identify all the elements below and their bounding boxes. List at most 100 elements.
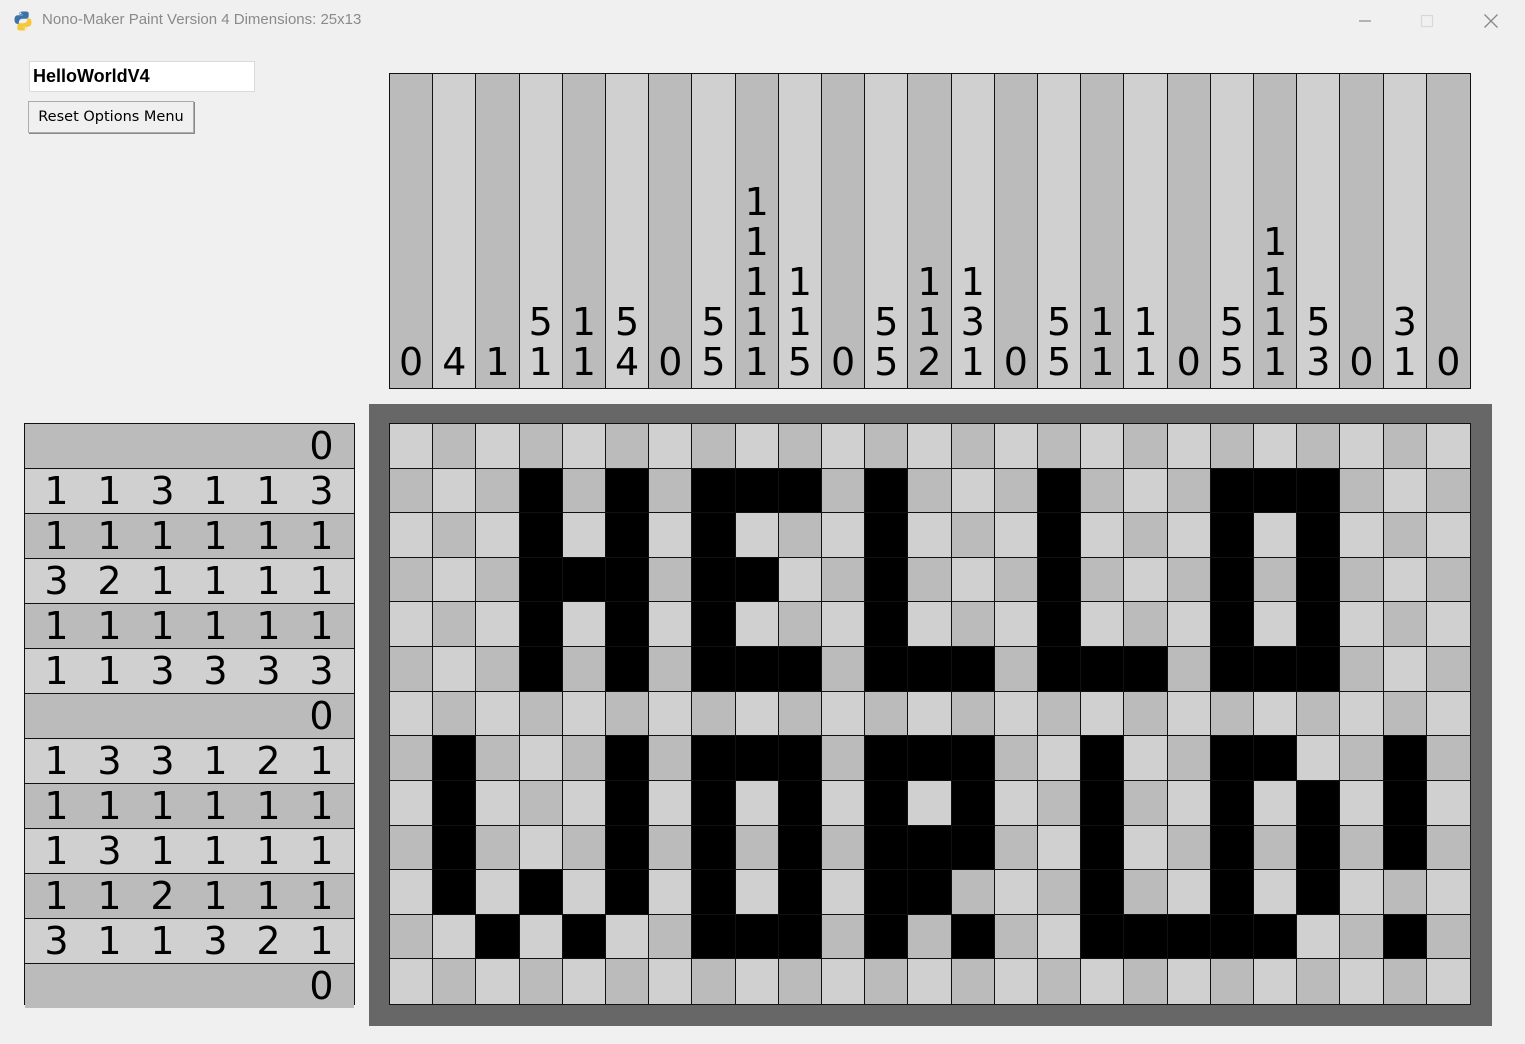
- grid-cell[interactable]: [1340, 780, 1384, 826]
- grid-cell[interactable]: [908, 870, 952, 915]
- grid-cell[interactable]: [390, 468, 434, 514]
- grid-cell[interactable]: [1081, 602, 1125, 648]
- grid-cell[interactable]: [1210, 513, 1254, 558]
- grid-cell[interactable]: [778, 736, 822, 781]
- grid-cell[interactable]: [1081, 424, 1125, 469]
- grid-cell[interactable]: [1297, 691, 1341, 737]
- grid-cell[interactable]: [1210, 825, 1254, 871]
- grid-cell[interactable]: [562, 691, 606, 737]
- grid-cell[interactable]: [951, 424, 995, 469]
- grid-cell[interactable]: [390, 736, 434, 781]
- grid-cell[interactable]: [1038, 513, 1082, 558]
- grid-cell[interactable]: [519, 736, 563, 781]
- grid-cell[interactable]: [1383, 691, 1427, 737]
- grid-cell[interactable]: [1383, 959, 1427, 1004]
- grid-cell[interactable]: [994, 424, 1038, 469]
- grid-cell[interactable]: [606, 424, 650, 469]
- grid-cell[interactable]: [519, 602, 563, 648]
- grid-cell[interactable]: [562, 647, 606, 692]
- grid-cell[interactable]: [778, 468, 822, 514]
- grid-cell[interactable]: [1383, 513, 1427, 558]
- grid-cell[interactable]: [822, 825, 866, 871]
- grid-cell[interactable]: [1167, 557, 1211, 603]
- grid-cell[interactable]: [606, 513, 650, 558]
- grid-cell[interactable]: [1210, 870, 1254, 915]
- grid-cell[interactable]: [908, 736, 952, 781]
- grid-cell[interactable]: [562, 424, 606, 469]
- grid-cell[interactable]: [1210, 468, 1254, 514]
- grid-cell[interactable]: [951, 691, 995, 737]
- grid-cell[interactable]: [1340, 424, 1384, 469]
- grid-cell[interactable]: [390, 914, 434, 960]
- grid-cell[interactable]: [735, 557, 779, 603]
- grid-cell[interactable]: [692, 691, 736, 737]
- grid-cell[interactable]: [1167, 736, 1211, 781]
- grid-cell[interactable]: [1081, 959, 1125, 1004]
- grid-cell[interactable]: [822, 513, 866, 558]
- grid-cell[interactable]: [735, 736, 779, 781]
- grid-cell[interactable]: [390, 557, 434, 603]
- grid-cell[interactable]: [1340, 468, 1384, 514]
- grid-cell[interactable]: [433, 914, 477, 960]
- grid-cell[interactable]: [433, 780, 477, 826]
- grid-cell[interactable]: [1254, 825, 1298, 871]
- grid-cell[interactable]: [778, 780, 822, 826]
- reset-options-button[interactable]: Reset Options Menu: [28, 101, 194, 133]
- grid-cell[interactable]: [692, 825, 736, 871]
- grid-cell[interactable]: [1167, 780, 1211, 826]
- grid-cell[interactable]: [735, 780, 779, 826]
- grid-cell[interactable]: [1167, 468, 1211, 514]
- grid-cell[interactable]: [1038, 959, 1082, 1004]
- grid-cell[interactable]: [1124, 959, 1168, 1004]
- grid-cell[interactable]: [519, 870, 563, 915]
- grid-cell[interactable]: [692, 870, 736, 915]
- grid-cell[interactable]: [1426, 602, 1470, 648]
- grid-cell[interactable]: [1383, 557, 1427, 603]
- grid-cell[interactable]: [865, 424, 909, 469]
- grid-cell[interactable]: [1383, 647, 1427, 692]
- grid-cell[interactable]: [778, 557, 822, 603]
- grid-cell[interactable]: [649, 870, 693, 915]
- grid-cell[interactable]: [1426, 647, 1470, 692]
- grid-cell[interactable]: [908, 647, 952, 692]
- grid-cell[interactable]: [433, 691, 477, 737]
- grid-cell[interactable]: [476, 959, 520, 1004]
- grid-cell[interactable]: [1210, 691, 1254, 737]
- grid-cell[interactable]: [1167, 691, 1211, 737]
- grid-cell[interactable]: [735, 691, 779, 737]
- grid-cell[interactable]: [994, 870, 1038, 915]
- grid-cell[interactable]: [1038, 557, 1082, 603]
- grid-cell[interactable]: [649, 602, 693, 648]
- grid-cell[interactable]: [1297, 557, 1341, 603]
- grid-cell[interactable]: [865, 691, 909, 737]
- grid-cell[interactable]: [778, 870, 822, 915]
- grid-cell[interactable]: [606, 691, 650, 737]
- grid-cell[interactable]: [778, 424, 822, 469]
- grid-cell[interactable]: [908, 825, 952, 871]
- grid-cell[interactable]: [562, 825, 606, 871]
- grid-cell[interactable]: [1426, 513, 1470, 558]
- grid-cell[interactable]: [1340, 914, 1384, 960]
- grid-cell[interactable]: [994, 959, 1038, 1004]
- grid-cell[interactable]: [1254, 647, 1298, 692]
- grid-cell[interactable]: [433, 424, 477, 469]
- grid-cell[interactable]: [390, 870, 434, 915]
- grid-cell[interactable]: [1210, 780, 1254, 826]
- grid-cell[interactable]: [519, 825, 563, 871]
- grid-cell[interactable]: [1254, 557, 1298, 603]
- grid-cell[interactable]: [519, 424, 563, 469]
- grid-cell[interactable]: [908, 424, 952, 469]
- grid-cell[interactable]: [476, 513, 520, 558]
- grid-cell[interactable]: [433, 959, 477, 1004]
- grid-cell[interactable]: [1426, 870, 1470, 915]
- grid-cell[interactable]: [778, 914, 822, 960]
- grid-cell[interactable]: [606, 780, 650, 826]
- grid-cell[interactable]: [1124, 914, 1168, 960]
- grid-cell[interactable]: [433, 557, 477, 603]
- grid-cell[interactable]: [562, 870, 606, 915]
- grid-cell[interactable]: [1297, 424, 1341, 469]
- grid-cell[interactable]: [1297, 959, 1341, 1004]
- grid-cell[interactable]: [1340, 557, 1384, 603]
- grid-cell[interactable]: [822, 914, 866, 960]
- grid-cell[interactable]: [1383, 780, 1427, 826]
